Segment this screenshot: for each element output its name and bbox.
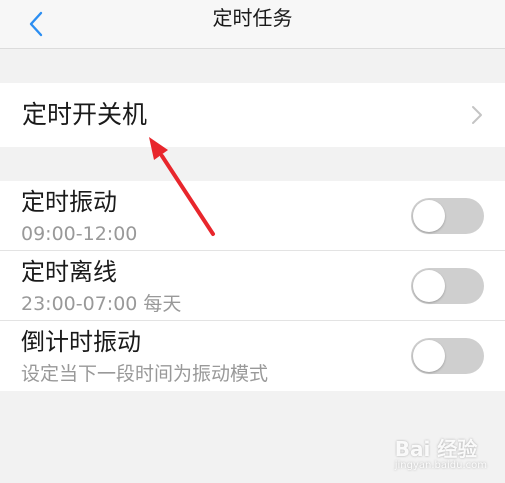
scheduled-vibration-label: 定时振动	[21, 188, 117, 216]
scheduled-offline-label: 定时离线	[21, 258, 117, 286]
scheduled-vibration-row: 定时振动 09:00-12:00	[0, 181, 505, 251]
toggle-knob	[413, 340, 445, 372]
power-schedule-label: 定时开关机	[22, 100, 148, 129]
countdown-vibration-label: 倒计时振动	[21, 328, 141, 356]
countdown-vibration-description: 设定当下一段时间为振动模式	[21, 363, 269, 385]
nav-bar: 定时任务	[0, 0, 505, 49]
scheduled-offline-time: 23:00-07:00 每天	[21, 293, 182, 315]
toggle-knob	[413, 200, 445, 232]
watermark: Bai 经验 jingyan.baidu.com	[395, 433, 487, 471]
scheduled-vibration-toggle[interactable]	[411, 198, 484, 234]
chevron-right-icon	[472, 106, 482, 124]
watermark-subtext: jingyan.baidu.com	[394, 460, 487, 471]
countdown-vibration-row: 倒计时振动 设定当下一段时间为振动模式	[0, 321, 505, 391]
power-schedule-row[interactable]: 定时开关机	[0, 83, 505, 147]
toggle-knob	[413, 270, 445, 302]
scheduled-offline-row: 定时离线 23:00-07:00 每天	[0, 251, 505, 321]
page-title: 定时任务	[212, 6, 293, 30]
toggle-list: 定时振动 09:00-12:00 定时离线 23:00-07:00 每天 倒计时…	[0, 181, 505, 391]
watermark-text: Bai 经验	[394, 437, 478, 461]
countdown-vibration-toggle[interactable]	[411, 338, 484, 374]
scheduled-vibration-time: 09:00-12:00	[21, 223, 138, 245]
scheduled-offline-toggle[interactable]	[411, 268, 484, 304]
